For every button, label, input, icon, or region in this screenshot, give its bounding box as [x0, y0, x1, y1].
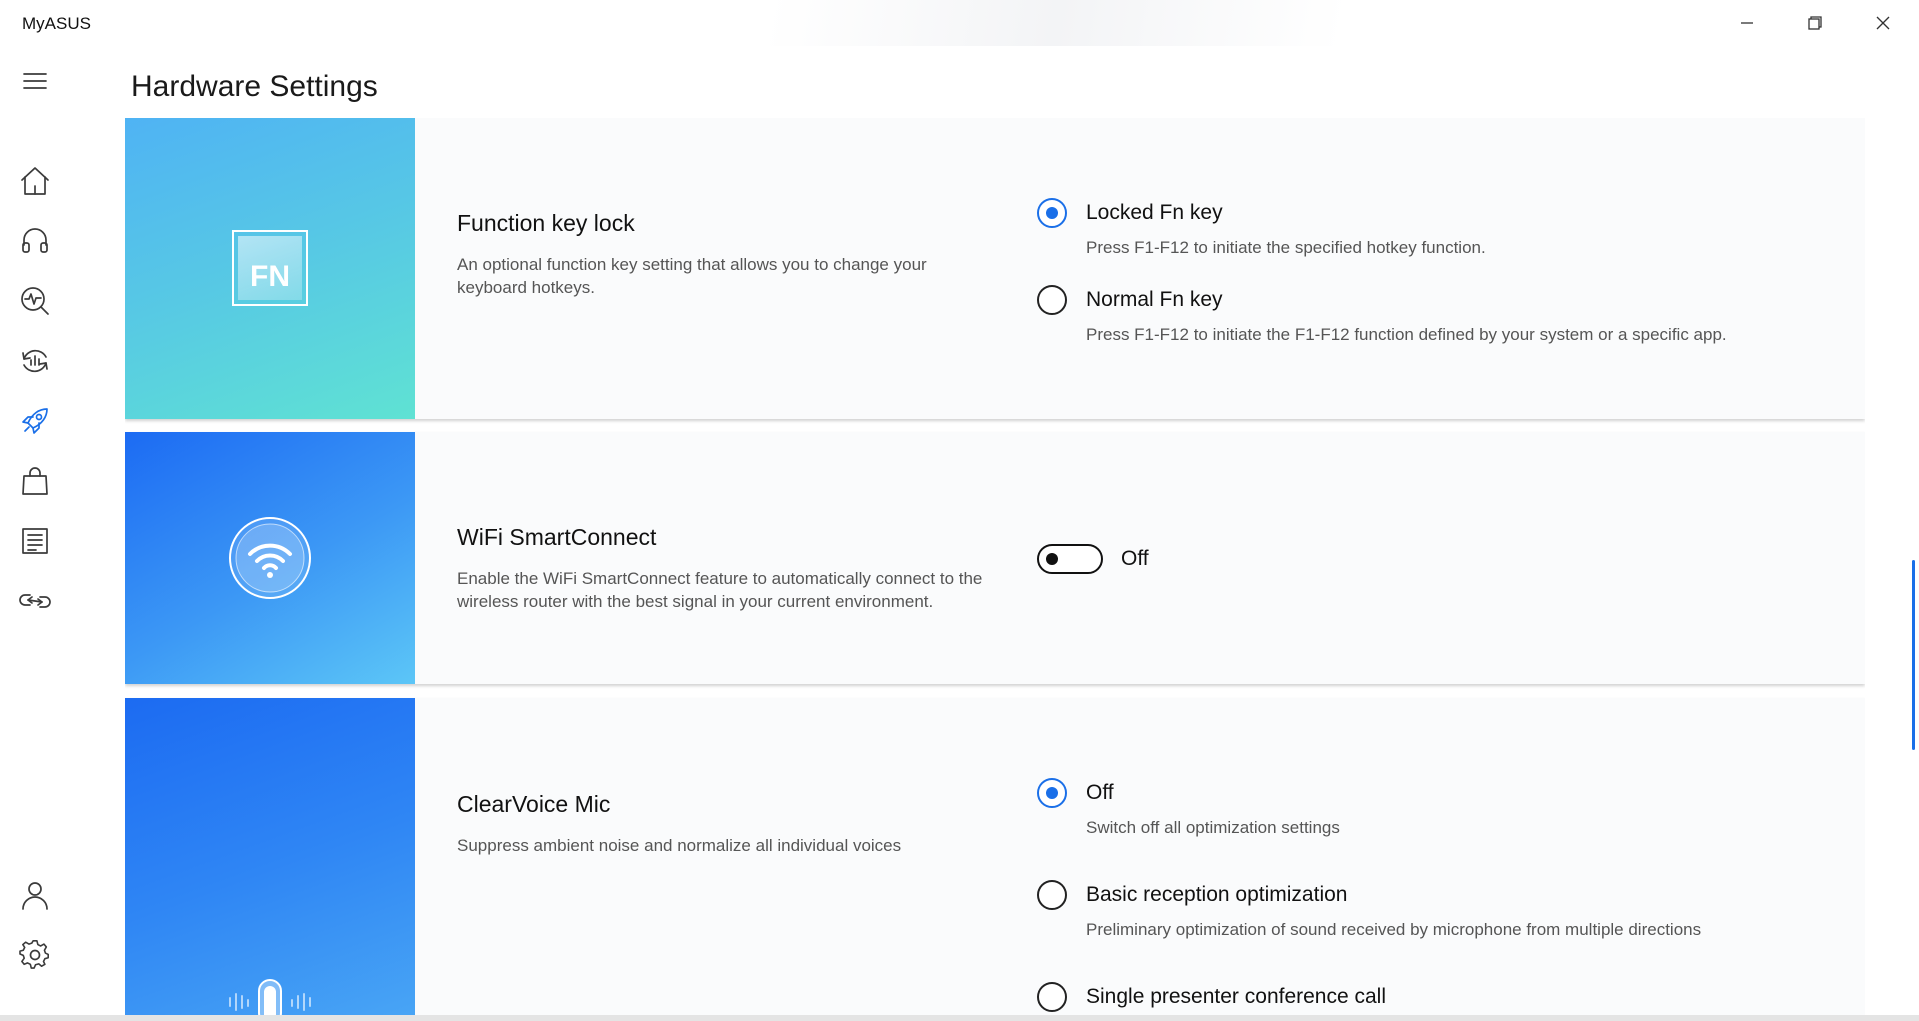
user-icon — [22, 882, 48, 910]
card-description: Suppress ambient noise and normalize all… — [457, 836, 902, 855]
toggle-state-label: Off — [1121, 547, 1149, 570]
content-scroll-area: FN Function key lock An optional functio… — [125, 118, 1865, 1021]
menu-button[interactable] — [14, 60, 56, 102]
radio-button[interactable] — [1037, 880, 1067, 910]
card-description: An optional function key setting that al… — [457, 255, 927, 297]
option-description: Preliminary optimization of sound receiv… — [1086, 920, 1702, 939]
sidebar-item-news[interactable] — [14, 520, 56, 562]
card-title: ClearVoice Mic — [457, 791, 611, 817]
option-description: Press F1-F12 to initiate the specified h… — [1086, 238, 1486, 257]
scrollbar-thumb[interactable] — [1912, 560, 1915, 750]
shopping-bag-icon — [22, 467, 48, 495]
option-description: Press F1-F12 to initiate the F1-F12 func… — [1086, 325, 1727, 344]
fn-lock-illustration: FN — [125, 118, 415, 419]
wifi-smartconnect-toggle[interactable] — [1037, 544, 1103, 574]
option-label: Off — [1086, 781, 1114, 804]
wifi-illustration — [125, 432, 415, 684]
sidebar-item-diagnostics[interactable] — [14, 280, 56, 322]
option-description: Switch off all optimization settings — [1086, 818, 1340, 837]
app-title: MyASUS — [22, 14, 91, 33]
window-bottom-edge — [0, 1015, 1919, 1021]
card-function-key-lock: FN Function key lock An optional functio… — [125, 118, 1865, 419]
minimize-icon — [1741, 22, 1753, 24]
sidebar — [0, 46, 70, 1021]
minimize-button[interactable] — [1713, 0, 1781, 46]
radio-button[interactable] — [1037, 198, 1067, 228]
home-icon — [21, 167, 49, 195]
sidebar-item-updates[interactable] — [14, 340, 56, 382]
card-description: Enable the WiFi SmartConnect feature to … — [457, 569, 983, 611]
title-bar: MyASUS — [0, 0, 1919, 46]
sidebar-item-customization[interactable] — [14, 400, 56, 442]
sidebar-item-home[interactable] — [14, 160, 56, 202]
link-icon — [19, 594, 51, 608]
close-button[interactable] — [1849, 0, 1917, 46]
radio-button[interactable] — [1037, 778, 1067, 808]
radio-button[interactable] — [1037, 982, 1067, 1012]
sidebar-item-settings[interactable] — [14, 934, 56, 976]
sidebar-item-store[interactable] — [14, 460, 56, 502]
option-label: Locked Fn key — [1086, 201, 1223, 224]
headset-icon — [22, 228, 48, 253]
close-icon — [1876, 16, 1890, 30]
sidebar-item-account[interactable] — [14, 874, 56, 916]
update-icon — [22, 349, 48, 373]
restore-button[interactable] — [1781, 0, 1849, 46]
card-title: WiFi SmartConnect — [457, 524, 657, 550]
card-clearvoice-mic: ClearVoice Mic Suppress ambient noise an… — [125, 698, 1865, 1021]
rocket-icon — [22, 408, 48, 434]
radio-button[interactable] — [1037, 285, 1067, 315]
hamburger-icon — [23, 73, 47, 89]
card-title: Function key lock — [457, 210, 635, 236]
option-label: Normal Fn key — [1086, 288, 1223, 311]
fn-badge-label: FN — [250, 260, 290, 293]
sidebar-item-link[interactable] — [14, 580, 56, 622]
sidebar-item-support[interactable] — [14, 220, 56, 262]
diagnostics-icon — [21, 287, 49, 315]
article-icon — [22, 528, 48, 554]
card-wifi-smartconnect: WiFi SmartConnect Enable the WiFi SmartC… — [125, 432, 1865, 684]
page-title: Hardware Settings — [131, 70, 378, 103]
option-label: Basic reception optimization — [1086, 883, 1348, 906]
mic-illustration — [125, 698, 415, 1021]
gear-icon — [19, 940, 49, 969]
fn-badge: FN — [232, 230, 308, 306]
restore-icon — [1808, 16, 1822, 30]
option-label: Single presenter conference call — [1086, 985, 1387, 1008]
wifi-icon — [229, 517, 311, 599]
